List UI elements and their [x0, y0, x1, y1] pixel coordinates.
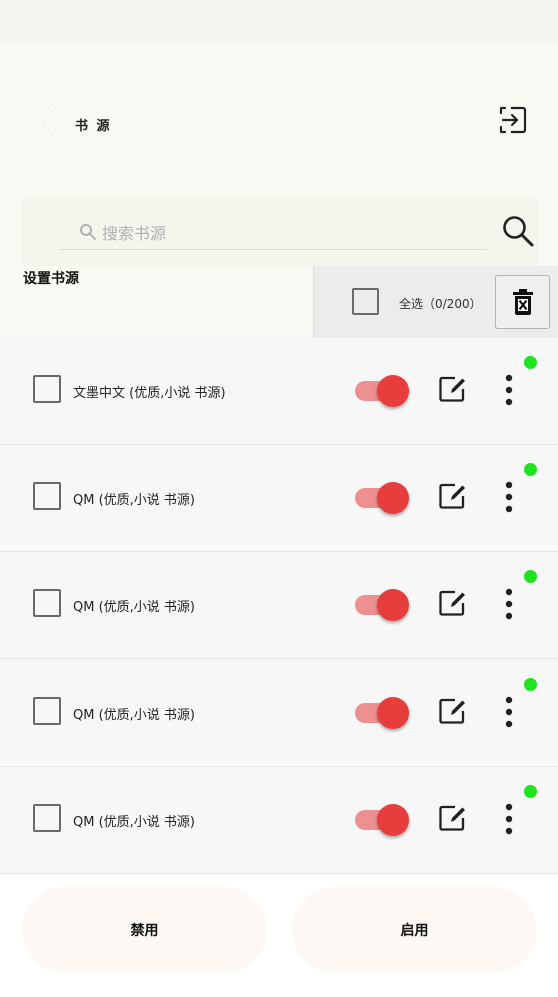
status-dot	[524, 678, 537, 691]
source-enable-toggle[interactable]	[355, 803, 411, 837]
toggle-knob	[377, 697, 409, 729]
source-checkbox[interactable]	[33, 697, 61, 725]
more-vertical-icon	[505, 588, 513, 620]
search-hint-icon	[79, 223, 97, 241]
source-enable-toggle[interactable]	[355, 588, 411, 622]
edit-button[interactable]	[438, 482, 466, 510]
edit-icon	[439, 590, 465, 616]
source-checkbox[interactable]	[33, 375, 61, 403]
edit-icon	[439, 483, 465, 509]
edit-button[interactable]	[438, 804, 466, 832]
edit-button[interactable]	[438, 375, 466, 403]
edit-icon	[439, 698, 465, 724]
back-button[interactable]	[34, 104, 66, 142]
status-dot	[524, 785, 537, 798]
source-row[interactable]: QM (优质,小说 书源)	[0, 445, 558, 552]
source-name: 文墨中文 (优质,小说 书源)	[73, 386, 226, 401]
select-all-label[interactable]: 全选（0/200）	[399, 295, 482, 312]
source-row[interactable]: QM (优质,小说 书源)	[0, 552, 558, 659]
import-button[interactable]	[497, 104, 529, 138]
more-options-button[interactable]	[498, 481, 520, 513]
toggle-knob	[377, 804, 409, 836]
section-title: 设置书源	[23, 271, 79, 287]
more-options-button[interactable]	[498, 588, 520, 620]
status-dot	[524, 463, 537, 476]
search-input[interactable]	[60, 218, 487, 250]
edit-icon	[439, 376, 465, 402]
login-icon	[499, 106, 527, 134]
edit-icon	[439, 805, 465, 831]
enable-button[interactable]: 启用	[292, 887, 537, 973]
search-icon	[503, 216, 534, 247]
edit-button[interactable]	[438, 589, 466, 617]
source-enable-toggle[interactable]	[355, 374, 411, 408]
status-dot	[524, 570, 537, 583]
source-name: QM (优质,小说 书源)	[73, 600, 195, 615]
toggle-knob	[377, 482, 409, 514]
more-vertical-icon	[505, 803, 513, 835]
search-button[interactable]	[501, 214, 535, 248]
source-checkbox[interactable]	[33, 589, 61, 617]
source-row[interactable]: QM (优质,小说 书源)	[0, 767, 558, 874]
source-enable-toggle[interactable]	[355, 696, 411, 730]
more-vertical-icon	[505, 696, 513, 728]
disable-button[interactable]: 禁用	[22, 887, 267, 973]
more-options-button[interactable]	[498, 803, 520, 835]
more-options-button[interactable]	[498, 374, 520, 406]
source-checkbox[interactable]	[33, 482, 61, 510]
source-checkbox[interactable]	[33, 804, 61, 832]
more-vertical-icon	[505, 481, 513, 513]
delete-button[interactable]	[495, 275, 550, 329]
toggle-knob	[377, 375, 409, 407]
page-title: 书 源	[75, 119, 112, 134]
select-all-checkbox[interactable]	[352, 288, 379, 315]
status-dot	[524, 356, 537, 369]
source-name: QM (优质,小说 书源)	[73, 815, 195, 830]
source-enable-toggle[interactable]	[355, 481, 411, 515]
source-row[interactable]: 文墨中文 (优质,小说 书源)	[0, 338, 558, 445]
source-name: QM (优质,小说 书源)	[73, 708, 195, 723]
more-options-button[interactable]	[498, 696, 520, 728]
toggle-knob	[377, 589, 409, 621]
more-vertical-icon	[505, 374, 513, 406]
source-name: QM (优质,小说 书源)	[73, 493, 195, 508]
trash-icon	[513, 289, 533, 315]
source-row[interactable]: QM (优质,小说 书源)	[0, 660, 558, 767]
chevron-left-icon	[40, 105, 58, 141]
edit-button[interactable]	[438, 697, 466, 725]
